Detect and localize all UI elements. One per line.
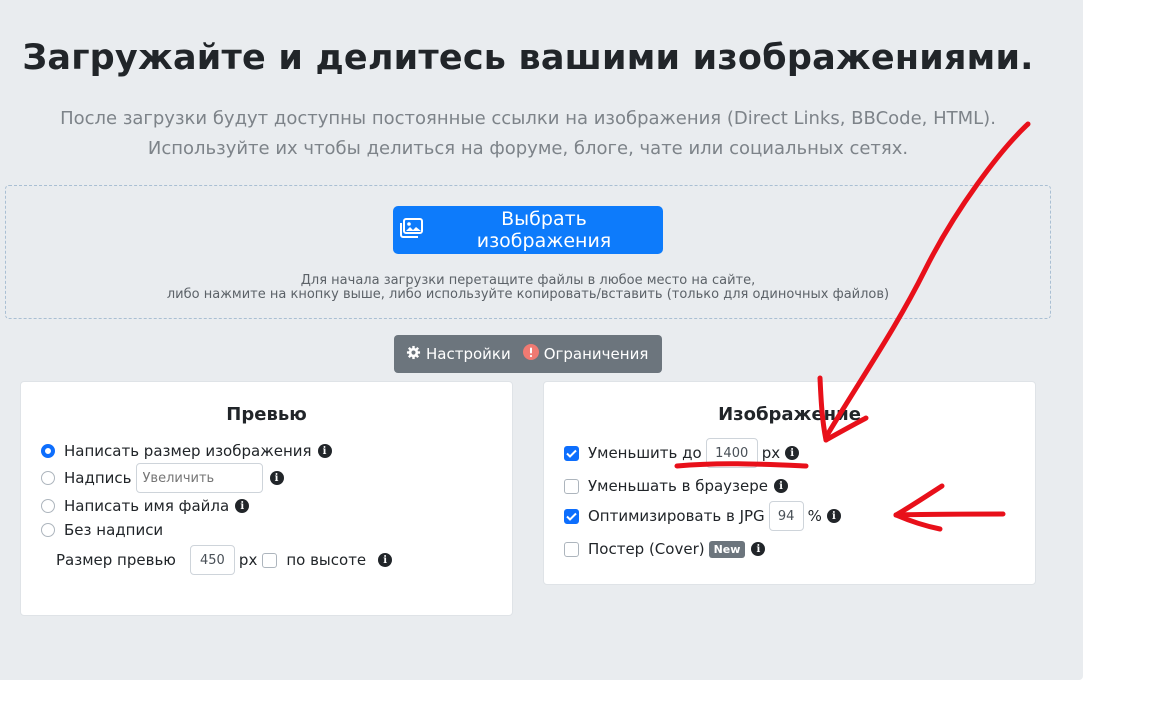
resize-unit: px (761, 444, 781, 462)
info-icon[interactable]: i (235, 499, 250, 513)
info-icon[interactable]: i (378, 553, 393, 567)
preview-card: Превью Написать размер изображения i Над… (20, 381, 513, 616)
optimize-input[interactable] (768, 501, 804, 531)
subtitle-line-1: После загрузки будут доступны постоянные… (60, 108, 996, 129)
optimize-label: Оптимизировать в JPG (588, 507, 765, 525)
preview-option-caption[interactable]: Надпись i (41, 463, 284, 493)
preview-option-filename[interactable]: Написать имя файла i (41, 497, 250, 515)
info-icon[interactable]: i (826, 509, 841, 523)
upload-hint: Для начала загрузки перетащите файлы в л… (0, 274, 1056, 302)
tab-settings-label: Настройки (426, 345, 511, 363)
preview-size-row: Размер превью px по высоте i (56, 545, 393, 575)
resize-label: Уменьшить до (588, 444, 702, 462)
caption-input[interactable] (135, 463, 263, 493)
preview-option-filename-label: Написать имя файла (64, 497, 230, 515)
preview-size-input[interactable] (189, 545, 235, 575)
info-icon[interactable]: i (751, 542, 766, 556)
choose-images-button[interactable]: Выбрать изображения (393, 206, 663, 254)
poster-row: Постер (Cover) New i (564, 540, 766, 558)
optimize-unit: % (807, 507, 822, 525)
preview-option-caption-label: Надпись (64, 469, 132, 487)
page-subtitle: После загрузки будут доступны постоянные… (0, 104, 1056, 164)
gear-icon (406, 345, 421, 364)
subtitle-line-2: Используйте их чтобы делиться на форуме,… (147, 138, 909, 159)
hint-line-2: либо нажмите на кнопку выше, либо исполь… (166, 287, 890, 302)
preview-option-size-label: Написать размер изображения (64, 442, 312, 460)
optimize-checkbox[interactable] (564, 508, 579, 524)
preview-option-none-radio[interactable] (41, 523, 55, 537)
preview-option-none[interactable]: Без надписи (41, 521, 163, 539)
optimize-row: Оптимизировать в JPG % i (564, 501, 841, 531)
resize-checkbox[interactable] (564, 445, 579, 461)
tab-limits-label: Ограничения (543, 345, 649, 363)
checkmark-icon (566, 512, 577, 521)
image-card: Изображение Уменьшить до px i Уменьшать … (543, 381, 1036, 585)
preview-card-title: Превью (226, 404, 307, 425)
checkmark-icon (566, 449, 577, 458)
browser-resize-checkbox[interactable] (564, 478, 579, 494)
browser-resize-row: Уменьшать в браузере i (564, 477, 788, 495)
preview-option-none-label: Без надписи (64, 521, 164, 539)
by-height-checkbox[interactable] (262, 552, 278, 568)
preview-option-size[interactable]: Написать размер изображения i (41, 442, 332, 460)
preview-size-label: Размер превью (56, 551, 176, 569)
preview-size-unit: px (238, 551, 258, 569)
by-height-label: по высоте (286, 551, 367, 569)
resize-row: Уменьшить до px i (564, 438, 800, 468)
info-icon[interactable]: i (774, 479, 788, 493)
preview-option-filename-radio[interactable] (41, 499, 55, 513)
poster-checkbox[interactable] (564, 541, 579, 557)
info-icon[interactable]: i (785, 446, 800, 460)
preview-option-size-radio[interactable] (41, 444, 55, 458)
tab-limits[interactable]: Ограничения (511, 335, 649, 373)
hint-line-1: Для начала загрузки перетащите файлы в л… (300, 273, 756, 288)
choose-images-label: Выбрать изображения (476, 208, 612, 252)
resize-input[interactable] (705, 438, 758, 468)
page-title: Загружайте и делитесь вашими изображения… (22, 38, 1034, 78)
settings-tabs: Настройки Ограничения (394, 335, 662, 373)
browser-resize-label: Уменьшать в браузере (588, 477, 768, 495)
tab-settings[interactable]: Настройки (394, 335, 511, 373)
new-badge: New (708, 540, 746, 558)
images-icon (399, 217, 423, 243)
poster-label: Постер (Cover) (588, 540, 705, 558)
info-icon[interactable]: i (269, 471, 284, 485)
image-card-title: Изображение (718, 404, 861, 425)
preview-option-caption-radio[interactable] (41, 471, 55, 485)
alert-icon (522, 344, 539, 364)
info-icon[interactable]: i (317, 444, 332, 458)
